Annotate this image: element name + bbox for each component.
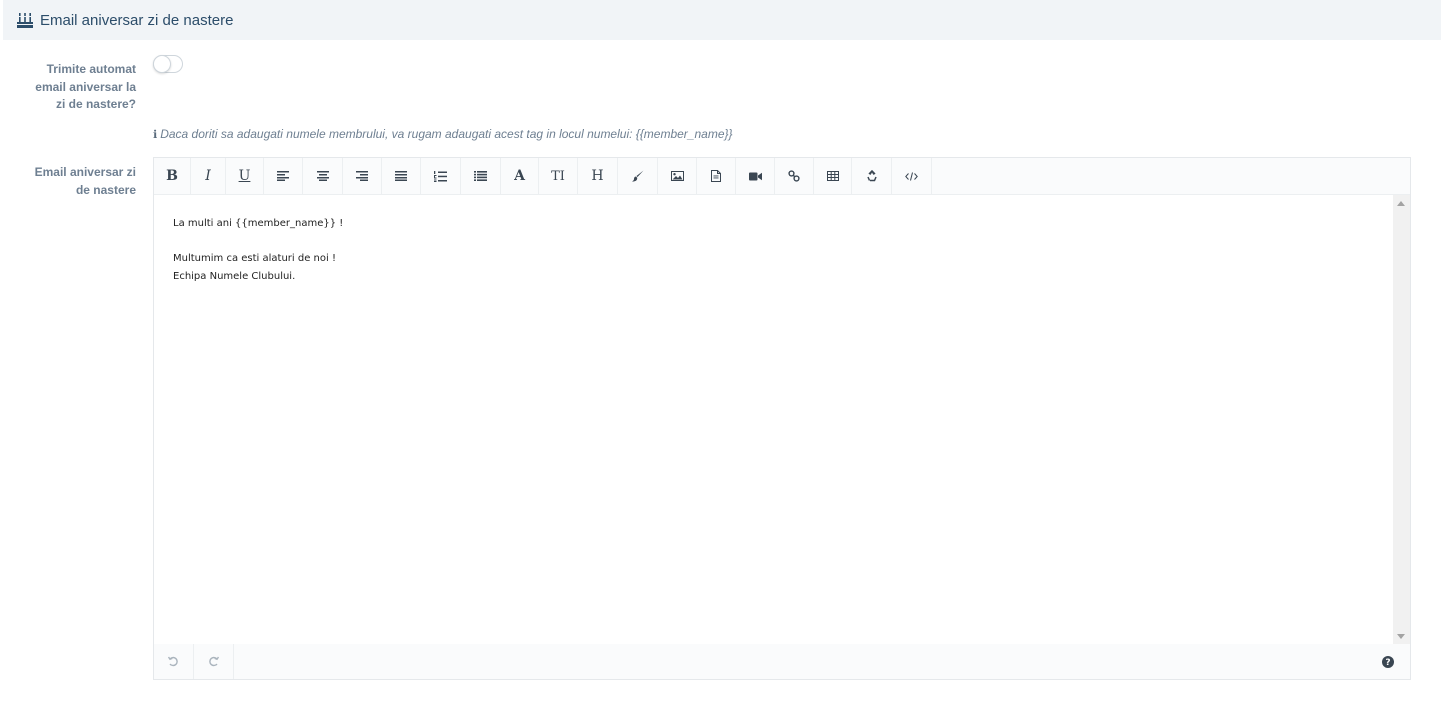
email-field-label: Email aniversar zi de nastere (0, 164, 136, 199)
section-header: Email aniversar zi de nastere (3, 0, 1441, 40)
editor-footer: ? (154, 644, 1410, 679)
editor-scrollbar[interactable] (1393, 195, 1410, 645)
align-left-icon (277, 171, 289, 181)
align-justify-icon (395, 171, 407, 181)
info-icon: ℹ (153, 128, 158, 141)
image-icon (670, 171, 684, 181)
code-view-button[interactable] (892, 158, 932, 194)
italic-button[interactable]: I (191, 158, 226, 194)
align-center-button[interactable] (303, 158, 343, 194)
auto-send-label-line: Trimite automat (46, 62, 136, 76)
align-right-icon (356, 171, 368, 181)
content-line: Echipa Numele Clubului. (173, 270, 296, 282)
unordered-list-icon (474, 171, 487, 181)
link-icon (788, 170, 800, 182)
section-title: Email aniversar zi de nastere (40, 11, 234, 29)
link-button[interactable] (775, 158, 814, 194)
video-camera-icon (748, 172, 762, 180)
recycle-icon (866, 170, 877, 182)
file-button[interactable] (697, 158, 736, 194)
rich-text-editor: B I U A TI H La multi ani {{member_name}… (153, 157, 1411, 680)
code-icon (905, 171, 918, 181)
auto-send-label-line: zi de nastere? (55, 97, 136, 111)
heading-button[interactable]: H (578, 158, 618, 194)
ordered-list-icon (434, 170, 447, 182)
bold-button[interactable]: B (154, 158, 191, 194)
italic-icon: I (205, 168, 211, 184)
editor-content[interactable]: La multi ani {{member_name}} ! Multumim … (154, 195, 1394, 645)
ordered-list-button[interactable] (421, 158, 461, 194)
underline-icon: U (238, 168, 251, 184)
paint-button[interactable] (618, 158, 658, 194)
content-line: Multumim ca esti alaturi de noi ! (173, 253, 336, 264)
help-button[interactable]: ? (1382, 655, 1394, 668)
paint-brush-icon (631, 170, 643, 182)
undo-button[interactable] (154, 644, 194, 679)
align-right-button[interactable] (343, 158, 382, 194)
content-line (173, 233, 1375, 251)
hint-text: Daca doriti sa adaugati numele membrului… (160, 127, 733, 141)
toggle-knob (153, 55, 171, 73)
table-icon (826, 171, 839, 181)
underline-button[interactable]: U (226, 158, 264, 194)
table-button[interactable] (814, 158, 852, 194)
font-size-icon: TI (551, 168, 565, 184)
bold-icon: B (166, 168, 178, 184)
member-name-hint: ℹ Daca doriti sa adaugati numele membrul… (153, 127, 733, 141)
content-line: La multi ani {{member_name}} ! (173, 218, 344, 229)
auto-send-label-line: email aniversar la (35, 79, 136, 94)
font-color-icon: A (514, 168, 525, 184)
clear-format-button[interactable] (852, 158, 892, 194)
scroll-down-arrow-icon[interactable] (1397, 634, 1405, 639)
email-label-line: de nastere (75, 182, 136, 197)
undo-icon (168, 656, 178, 667)
file-icon (711, 170, 721, 182)
birthday-cake-icon (17, 12, 34, 28)
email-label-line: Email aniversar zi (34, 165, 136, 179)
align-center-icon (316, 171, 329, 181)
heading-icon: H (591, 168, 604, 184)
auto-send-toggle[interactable] (153, 55, 183, 73)
align-justify-button[interactable] (382, 158, 421, 194)
redo-button[interactable] (194, 644, 234, 679)
image-button[interactable] (658, 158, 697, 194)
auto-send-label: Trimite automat email aniversar la zi de… (0, 61, 136, 114)
unordered-list-button[interactable] (461, 158, 501, 194)
redo-icon (209, 656, 219, 667)
video-button[interactable] (736, 158, 775, 194)
scroll-up-arrow-icon[interactable] (1397, 201, 1405, 206)
editor-toolbar: B I U A TI H (154, 158, 1410, 195)
question-circle-icon: ? (1382, 656, 1394, 668)
align-left-button[interactable] (264, 158, 303, 194)
svg-text:?: ? (1385, 658, 1390, 668)
font-color-button[interactable]: A (501, 158, 539, 194)
font-size-button[interactable]: TI (539, 158, 578, 194)
